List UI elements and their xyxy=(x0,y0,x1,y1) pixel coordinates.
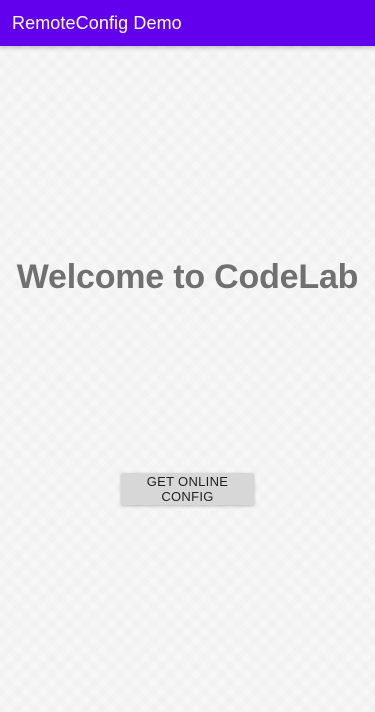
get-online-config-button[interactable]: GET ONLINE CONFIG xyxy=(121,473,254,505)
app-bar: RemoteConfig Demo xyxy=(0,0,375,46)
welcome-heading: Welcome to CodeLab xyxy=(16,258,359,296)
app-title: RemoteConfig Demo xyxy=(12,12,182,33)
